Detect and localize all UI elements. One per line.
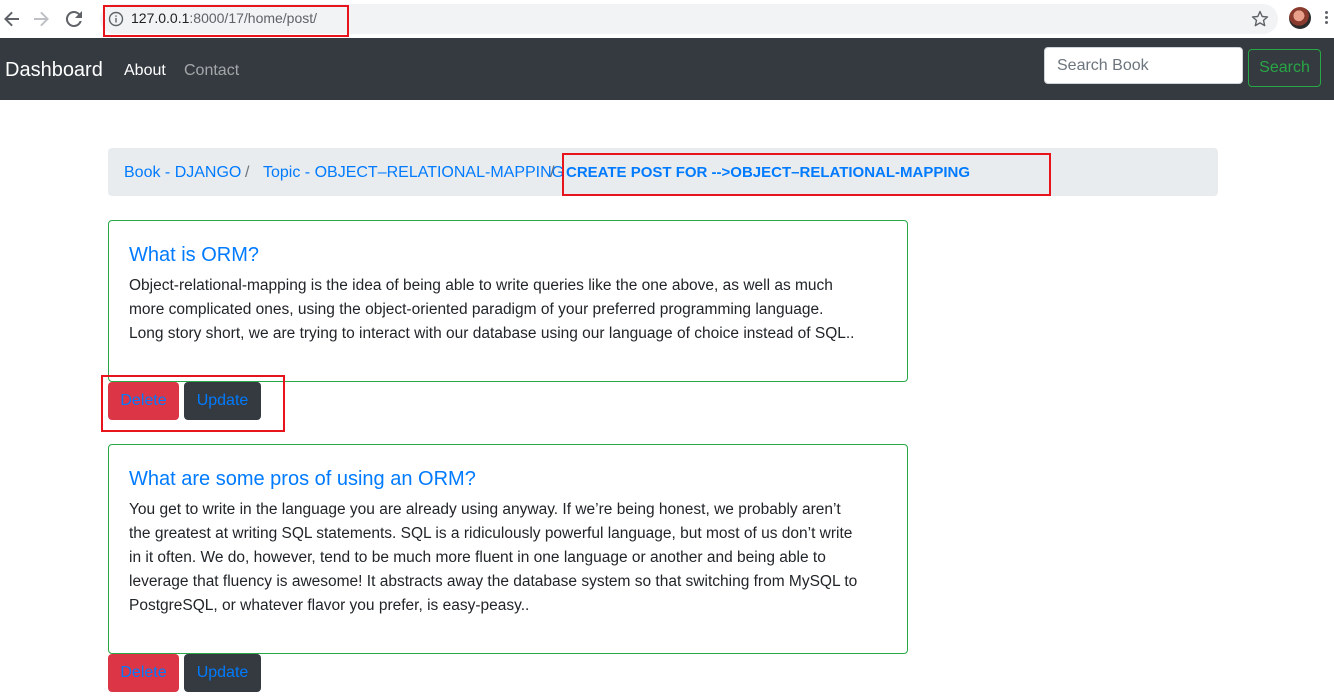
post-title: What is ORM?: [129, 244, 260, 266]
browser-menu-icon[interactable]: [1322, 9, 1330, 29]
post-body: You get to write in the language you are…: [129, 498, 889, 618]
breadcrumb-separator: /: [550, 164, 555, 181]
update-post-button[interactable]: Update: [184, 654, 261, 692]
url-host: 127.0.0.1: [131, 10, 190, 26]
post-body-line: You get to write in the language you are…: [129, 501, 841, 518]
delete-post-button[interactable]: Delete: [108, 654, 179, 692]
search-book-input[interactable]: [1044, 47, 1243, 84]
post-body: Object-relational-mapping is the idea of…: [129, 274, 889, 346]
breadcrumb-separator: /: [245, 164, 250, 181]
search-button[interactable]: Search: [1248, 49, 1321, 87]
post-title: What are some pros of using an ORM?: [129, 468, 476, 490]
post-body-line: leverage that fluency is awesome! It abs…: [129, 573, 858, 590]
post-card: What are some pros of using an ORM? You …: [108, 444, 908, 654]
post-body-line: Object-relational-mapping is the idea of…: [129, 277, 833, 294]
delete-post-button[interactable]: Delete: [108, 382, 179, 420]
back-arrow-icon[interactable]: [0, 7, 24, 31]
breadcrumb: Book - DJANGO / Topic - OBJECT–RELATIONA…: [108, 148, 1218, 196]
browser-toolbar: 127.0.0.1:8000/17/home/post/: [0, 0, 1334, 38]
breadcrumb-item-topic[interactable]: Topic - OBJECT–RELATIONAL-MAPPING: [263, 164, 564, 182]
post-body-line: PostgreSQL, or whatever flavor you prefe…: [129, 597, 530, 614]
navbar: Dashboard About Contact Search: [0, 38, 1334, 100]
breadcrumb-item-book[interactable]: Book - DJANGO: [124, 164, 241, 182]
bookmark-star-icon[interactable]: [1250, 9, 1270, 29]
post-card: What is ORM? Object-relational-mapping i…: [108, 220, 908, 382]
navbar-brand[interactable]: Dashboard: [5, 59, 103, 82]
breadcrumb-active-item: CREATE POST FOR -->OBJECT–RELATIONAL-MAP…: [566, 164, 971, 181]
forward-arrow-icon[interactable]: [29, 7, 53, 31]
post-body-line: Long story short, we are trying to inter…: [129, 325, 855, 342]
reload-icon[interactable]: [62, 7, 86, 31]
post-body-line: in it often. We do, however, tend to be …: [129, 549, 826, 566]
nav-link-contact[interactable]: Contact: [184, 62, 239, 80]
url-text[interactable]: 127.0.0.1:8000/17/home/post/: [131, 10, 317, 26]
profile-avatar[interactable]: [1289, 7, 1311, 29]
info-icon[interactable]: [108, 11, 124, 27]
update-post-button[interactable]: Update: [184, 382, 261, 420]
nav-link-about[interactable]: About: [124, 62, 166, 80]
url-path: :8000/17/home/post/: [189, 10, 318, 26]
post-body-line: more complicated ones, using the object-…: [129, 301, 824, 318]
post-body-line: the greatest at writing SQL statements. …: [129, 525, 853, 542]
